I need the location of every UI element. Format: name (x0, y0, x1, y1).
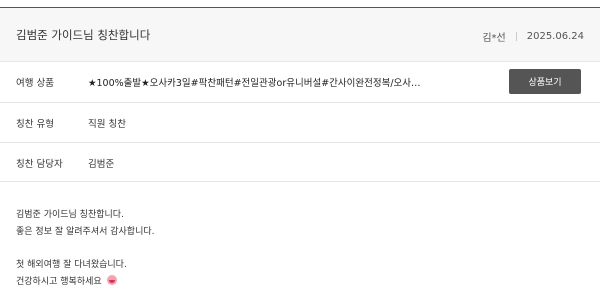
review-header: 김범준 가이드님 칭찬합니다 김*선 2025.06.24 (0, 8, 600, 61)
content-line: 김범준 가이드님 칭찬합니다. (16, 210, 124, 220)
praise-type-label: 칭찬 유형 (16, 119, 54, 130)
content-line-last: 건강하시고 행복하세요 (16, 274, 155, 291)
smiling-face-icon (106, 275, 117, 285)
staff-label: 칭찬 담당자 (16, 159, 63, 170)
meta-divider (515, 32, 517, 41)
detail-row-product: 여행 상품 ★100%출발★오사카3일#팍찬패턴#전일관광or유니버설#간사이완… (0, 61, 600, 102)
review-content: 김범준 가이드님 칭찬합니다. 좋은 정보 잘 알려주셔서 감사합니다. 첫 해… (16, 207, 155, 291)
staff-value: 김범준 (88, 159, 115, 170)
content-line-text: 건강하시고 행복하세요 (16, 277, 102, 287)
review-details: 여행 상품 ★100%출발★오사카3일#팍찬패턴#전일관광or유니버설#간사이완… (0, 61, 600, 182)
detail-row-staff: 칭찬 담당자 김범준 (0, 142, 600, 182)
detail-row-type: 칭찬 유형 직원 칭찬 (0, 102, 600, 142)
praise-type-value: 직원 칭찬 (88, 119, 126, 130)
review-author: 김*선 (482, 33, 506, 44)
product-label: 여행 상품 (16, 78, 54, 89)
review-date: 2025.06.24 (526, 31, 584, 42)
product-value: ★100%출발★오사카3일#팍찬패턴#전일관광or유니버설#간사이완전정복/오사… (88, 78, 428, 89)
view-product-button[interactable]: 상품보기 (509, 69, 581, 94)
content-line: 첫 해외여행 잘 다녀왔습니다. (16, 260, 127, 270)
review-title: 김범준 가이드님 칭찬합니다 (16, 28, 151, 42)
review-meta: 김*선 2025.06.24 (482, 29, 584, 44)
content-line: 좋은 정보 잘 알려주셔서 감사합니다. (16, 227, 155, 237)
